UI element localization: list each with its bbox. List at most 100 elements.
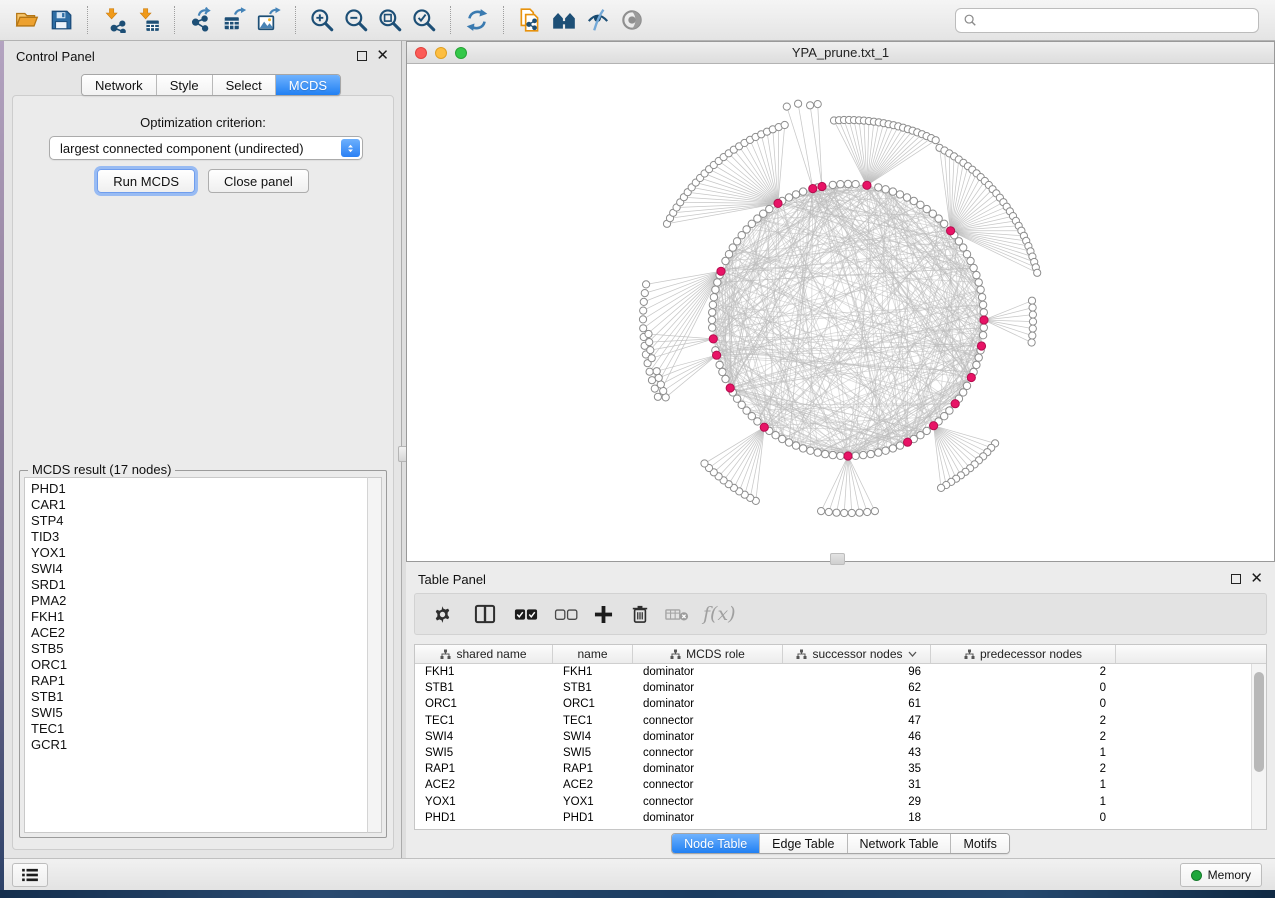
network-canvas[interactable] bbox=[407, 64, 1274, 561]
table-row[interactable]: STB1STB1dominator620 bbox=[415, 680, 1251, 696]
table-cell[interactable]: 96 bbox=[783, 664, 931, 680]
table-cell[interactable]: SWI4 bbox=[553, 729, 633, 745]
mcds-result-item[interactable]: RAP1 bbox=[31, 673, 367, 689]
table-cell[interactable]: SWI5 bbox=[415, 745, 553, 761]
table-cell[interactable]: 31 bbox=[783, 777, 931, 793]
table-cell[interactable]: SWI4 bbox=[415, 729, 553, 745]
table-cell[interactable]: 0 bbox=[931, 696, 1116, 712]
table-cell[interactable]: connector bbox=[633, 713, 783, 729]
mcds-result-item[interactable]: SWI4 bbox=[31, 561, 367, 577]
tab-mcds[interactable]: MCDS bbox=[276, 75, 340, 95]
table-cell[interactable]: 61 bbox=[783, 696, 931, 712]
table-cell[interactable]: dominator bbox=[633, 696, 783, 712]
table-cell[interactable]: 35 bbox=[783, 761, 931, 777]
table-row[interactable]: SWI4SWI4dominator462 bbox=[415, 729, 1251, 745]
table-row[interactable]: TEC1TEC1connector472 bbox=[415, 713, 1251, 729]
function-builder-button[interactable]: f(x) bbox=[703, 599, 736, 629]
select-all-rows-button[interactable] bbox=[514, 599, 538, 629]
export-network-button[interactable] bbox=[184, 4, 218, 36]
table-cell[interactable]: STB1 bbox=[415, 680, 553, 696]
save-session-button[interactable] bbox=[44, 4, 78, 36]
tab-node-table[interactable]: Node Table bbox=[672, 834, 760, 853]
table-row[interactable]: FKH1FKH1dominator962 bbox=[415, 664, 1251, 680]
table-cell[interactable]: ACE2 bbox=[415, 777, 553, 793]
table-cell[interactable]: 2 bbox=[931, 664, 1116, 680]
tab-style[interactable]: Style bbox=[157, 75, 213, 95]
memory-status-button[interactable]: Memory bbox=[1180, 863, 1262, 887]
mcds-result-item[interactable]: TEC1 bbox=[31, 721, 367, 737]
delete-table-button[interactable] bbox=[665, 599, 689, 629]
table-cell[interactable]: dominator bbox=[633, 729, 783, 745]
table-row[interactable]: SWI5SWI5connector431 bbox=[415, 745, 1251, 761]
table-cell[interactable]: 0 bbox=[931, 810, 1116, 826]
table-cell[interactable]: 46 bbox=[783, 729, 931, 745]
table-row[interactable]: ORC1ORC1dominator610 bbox=[415, 696, 1251, 712]
create-column-button[interactable] bbox=[594, 599, 613, 629]
run-mcds-button[interactable]: Run MCDS bbox=[97, 169, 195, 193]
table-cell[interactable]: 0 bbox=[931, 680, 1116, 696]
first-neighbors-button[interactable] bbox=[547, 4, 581, 36]
table-row[interactable]: ACE2ACE2connector311 bbox=[415, 777, 1251, 793]
table-cell[interactable]: 18 bbox=[783, 810, 931, 826]
show-graphics-details-button[interactable] bbox=[615, 4, 649, 36]
column-header-successor-nodes[interactable]: successor nodes bbox=[783, 645, 931, 663]
table-cell[interactable]: connector bbox=[633, 777, 783, 793]
table-cell[interactable]: YOX1 bbox=[553, 794, 633, 810]
tab-network-table[interactable]: Network Table bbox=[848, 834, 952, 853]
mcds-result-item[interactable]: STB1 bbox=[31, 689, 367, 705]
mcds-result-item[interactable]: GCR1 bbox=[31, 737, 367, 753]
table-cell[interactable]: SWI5 bbox=[553, 745, 633, 761]
table-cell[interactable]: 47 bbox=[783, 713, 931, 729]
table-cell[interactable]: connector bbox=[633, 794, 783, 810]
mcds-result-item[interactable]: PHD1 bbox=[31, 481, 367, 497]
table-cell[interactable]: RAP1 bbox=[553, 761, 633, 777]
column-header-shared-name[interactable]: shared name bbox=[415, 645, 553, 663]
table-cell[interactable]: ORC1 bbox=[553, 696, 633, 712]
show-task-history-button[interactable] bbox=[12, 863, 48, 887]
table-cell[interactable]: TEC1 bbox=[553, 713, 633, 729]
zoom-fit-button[interactable] bbox=[373, 4, 407, 36]
mcds-result-item[interactable]: STP4 bbox=[31, 513, 367, 529]
table-cell[interactable]: TEC1 bbox=[415, 713, 553, 729]
mcds-result-item[interactable]: YOX1 bbox=[31, 545, 367, 561]
tab-select[interactable]: Select bbox=[213, 75, 276, 95]
column-header-MCDS-role[interactable]: MCDS role bbox=[633, 645, 783, 663]
zoom-out-button[interactable] bbox=[339, 4, 373, 36]
table-cell[interactable]: STB1 bbox=[553, 680, 633, 696]
splitter-handle[interactable] bbox=[830, 553, 845, 565]
table-row[interactable]: YOX1YOX1connector291 bbox=[415, 794, 1251, 810]
tab-network[interactable]: Network bbox=[82, 75, 157, 95]
table-row[interactable]: PHD1PHD1dominator180 bbox=[415, 810, 1251, 826]
table-cell[interactable]: 62 bbox=[783, 680, 931, 696]
search-input[interactable] bbox=[982, 10, 1251, 30]
table-settings-button[interactable] bbox=[433, 599, 452, 629]
zoom-selected-button[interactable] bbox=[407, 4, 441, 36]
table-cell[interactable]: dominator bbox=[633, 810, 783, 826]
tab-motifs[interactable]: Motifs bbox=[951, 834, 1008, 853]
new-network-from-selection-button[interactable] bbox=[513, 4, 547, 36]
export-image-button[interactable] bbox=[252, 4, 286, 36]
table-cell[interactable]: dominator bbox=[633, 664, 783, 680]
mcds-list-scrollbar[interactable] bbox=[367, 477, 382, 833]
column-visibility-button[interactable] bbox=[474, 599, 496, 629]
network-canvas-svg[interactable] bbox=[407, 64, 1274, 562]
column-header-predecessor-nodes[interactable]: predecessor nodes bbox=[931, 645, 1116, 663]
table-cell[interactable]: ACE2 bbox=[553, 777, 633, 793]
table-cell[interactable]: PHD1 bbox=[415, 810, 553, 826]
table-cell[interactable]: PHD1 bbox=[553, 810, 633, 826]
table-cell[interactable]: 2 bbox=[931, 729, 1116, 745]
mcds-result-item[interactable]: TID3 bbox=[31, 529, 367, 545]
table-scrollbar[interactable] bbox=[1251, 664, 1266, 829]
export-table-button[interactable] bbox=[218, 4, 252, 36]
delete-column-button[interactable] bbox=[631, 599, 649, 629]
mcds-result-item[interactable]: ACE2 bbox=[31, 625, 367, 641]
table-cell[interactable]: 2 bbox=[931, 713, 1116, 729]
table-cell[interactable]: 29 bbox=[783, 794, 931, 810]
table-cell[interactable]: 43 bbox=[783, 745, 931, 761]
float-panel-icon[interactable] bbox=[1231, 574, 1241, 584]
table-cell[interactable]: 1 bbox=[931, 745, 1116, 761]
close-panel-icon[interactable]: ✕ bbox=[376, 51, 389, 61]
criterion-dropdown[interactable]: largest connected component (undirected) bbox=[49, 136, 363, 160]
mcds-result-item[interactable]: CAR1 bbox=[31, 497, 367, 513]
import-table-button[interactable] bbox=[131, 4, 165, 36]
